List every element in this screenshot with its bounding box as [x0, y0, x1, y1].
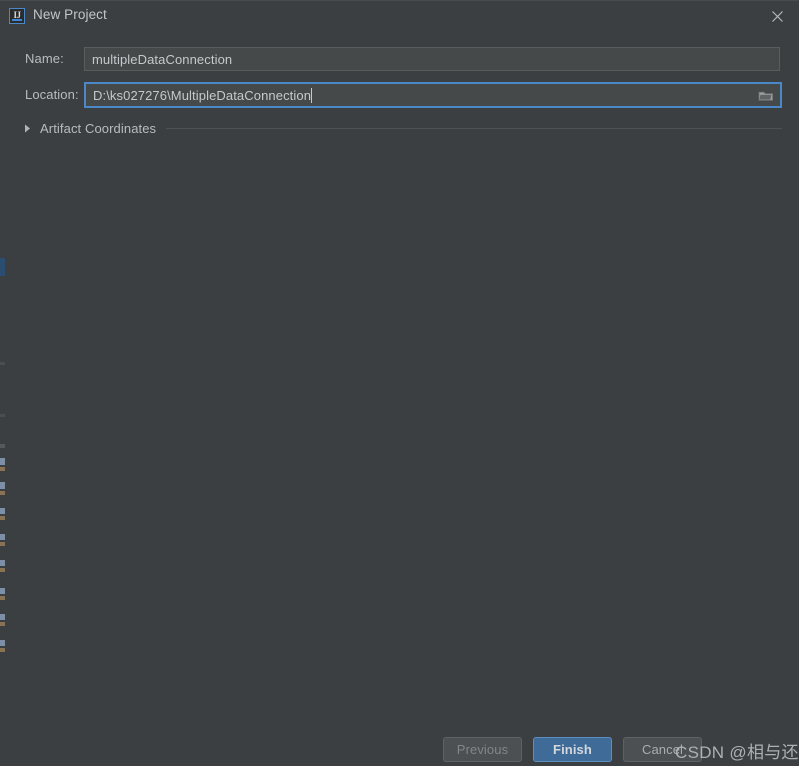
name-input-value: multipleDataConnection: [92, 51, 233, 67]
location-input[interactable]: D:\ks027276\MultipleDataConnection: [84, 82, 782, 108]
previous-button[interactable]: Previous: [443, 737, 522, 762]
location-input-value: D:\ks027276\MultipleDataConnection: [93, 87, 312, 103]
dialog-title-bar: IJ New Project: [0, 0, 799, 31]
background-bleed-chip: [0, 482, 5, 489]
dialog-title: New Project: [33, 7, 107, 22]
finish-button-label: Finish: [553, 742, 592, 757]
background-bleed-chip: [0, 568, 5, 572]
section-separator: [166, 127, 782, 129]
background-bleed-chip: [0, 414, 5, 417]
background-bleed-chip: [0, 596, 5, 600]
background-bleed-chip: [0, 622, 5, 626]
finish-button[interactable]: Finish: [533, 737, 612, 762]
background-bleed-chip: [0, 542, 5, 546]
cancel-button[interactable]: Cancel: [623, 737, 702, 762]
background-bleed-chip: [0, 588, 5, 594]
background-bleed-chip: [0, 467, 5, 471]
chevron-right-icon: [24, 122, 34, 134]
background-bleed-chip: [0, 444, 5, 448]
folder-icon[interactable]: [753, 85, 779, 105]
cancel-button-label: Cancel: [641, 742, 684, 757]
location-label: Location:: [25, 87, 79, 102]
intellij-idea-icon: IJ: [9, 8, 25, 24]
background-bleed-artifacts: [0, 0, 6, 766]
background-bleed-chip: [0, 614, 5, 620]
background-bleed-chip: [0, 516, 5, 520]
background-bleed-chip: [0, 458, 5, 465]
previous-button-label: Previous: [456, 742, 509, 757]
new-project-dialog: IJ New Project Name: multipleDataConnect…: [0, 0, 799, 766]
background-bleed-chip: [0, 362, 5, 365]
background-bleed-chip: [0, 258, 5, 276]
background-bleed-chip: [0, 648, 5, 652]
name-input[interactable]: multipleDataConnection: [84, 47, 780, 71]
background-bleed-chip: [0, 491, 5, 495]
artifact-coordinates-label: Artifact Coordinates: [40, 120, 157, 136]
artifact-coordinates-section[interactable]: Artifact Coordinates: [24, 118, 782, 138]
title-bar-hairline: [0, 0, 799, 1]
background-bleed-chip: [0, 560, 5, 566]
close-icon[interactable]: [763, 5, 791, 27]
text-caret: [311, 87, 313, 103]
name-label: Name:: [25, 51, 64, 66]
background-bleed-chip: [0, 640, 5, 646]
background-bleed-chip: [0, 534, 5, 540]
background-bleed-chip: [0, 508, 5, 514]
